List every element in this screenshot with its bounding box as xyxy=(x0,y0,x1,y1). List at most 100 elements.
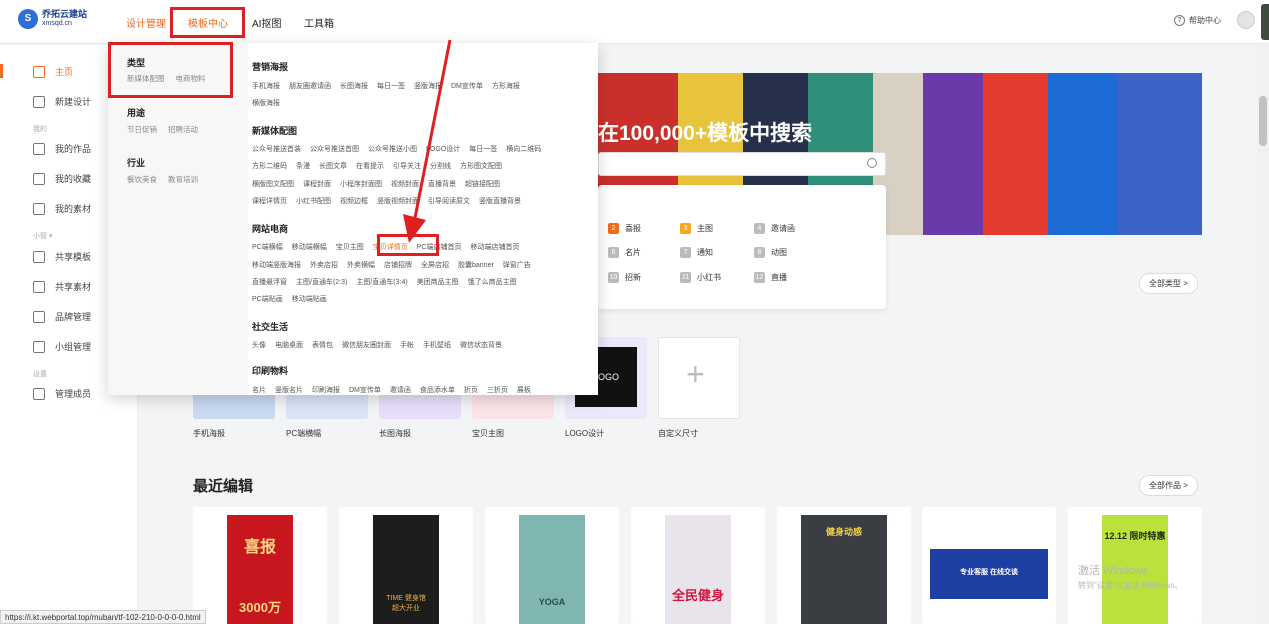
dropdown-link[interactable]: 小程序封面图 xyxy=(340,181,382,188)
dropdown-link[interactable]: 移动端横幅 xyxy=(292,244,327,251)
dropdown-link[interactable]: 方形二维码 xyxy=(252,163,287,170)
dropdown-link[interactable]: 折页 xyxy=(464,387,478,394)
nav-toolbox[interactable]: 工具箱 xyxy=(304,15,334,30)
sidebar-item-my-materials[interactable]: 我的素材 xyxy=(33,202,91,215)
template-card-custom-size[interactable]: + xyxy=(658,337,740,419)
dropdown-link[interactable]: 弹窗广告 xyxy=(503,262,531,269)
category-item[interactable]: 4 邀请函 xyxy=(754,223,795,234)
sidebar-item-new-design[interactable]: 新建设计 xyxy=(33,95,91,108)
dropdown-sub-item[interactable]: 招聘活动 xyxy=(168,125,198,134)
dropdown-link[interactable]: 全屏店招 xyxy=(421,262,449,269)
dropdown-link[interactable]: 外卖横幅 xyxy=(347,262,375,269)
nav-design-management[interactable]: 设计管理 xyxy=(126,15,166,30)
dropdown-link[interactable]: 食品添水单 xyxy=(420,387,455,394)
recent-work-card[interactable]: TIME 健身馆 超大开业 xyxy=(339,507,473,624)
recent-work-card[interactable]: YOGA xyxy=(485,507,619,624)
dropdown-link[interactable]: 方形海报 xyxy=(492,83,520,90)
category-item[interactable]: 2 喜报 xyxy=(608,223,641,234)
recent-work-card[interactable]: 健身动感 xyxy=(777,507,911,624)
search-icon[interactable] xyxy=(867,158,877,168)
dropdown-link[interactable]: 方形图文配图 xyxy=(460,163,502,170)
dropdown-link[interactable]: 宝贝主图 xyxy=(336,244,364,251)
category-item[interactable]: 6 名片 xyxy=(608,247,641,258)
dropdown-link[interactable]: 主图/直通车(2:3) xyxy=(296,279,347,286)
all-types-button[interactable]: 全部类型 > xyxy=(1139,273,1198,294)
dropdown-sub-item[interactable]: 节日促销 xyxy=(127,125,157,134)
dropdown-link[interactable]: 胶囊banner xyxy=(458,262,494,269)
sidebar-item-home[interactable]: 主页 xyxy=(33,65,73,78)
dropdown-link[interactable]: 美团商品主图 xyxy=(417,279,459,286)
dropdown-link[interactable]: 视频边框 xyxy=(340,198,368,205)
search-input[interactable] xyxy=(598,152,886,176)
dropdown-link[interactable]: 手机海报 xyxy=(252,83,280,90)
dropdown-link[interactable]: 店铺招牌 xyxy=(384,262,412,269)
dropdown-link[interactable]: 移动端贴画 xyxy=(292,296,327,303)
sidebar-item-shared-materials[interactable]: 共享素材 xyxy=(33,280,91,293)
dropdown-link[interactable]: 移动端店铺首页 xyxy=(470,244,519,251)
dropdown-link[interactable]: 竖版直播背景 xyxy=(479,198,521,205)
category-item[interactable]: 7 通知 xyxy=(680,247,713,258)
dropdown-link[interactable]: 移动端竖版海报 xyxy=(252,262,301,269)
dropdown-link[interactable]: 手帐 xyxy=(400,342,414,349)
dropdown-link[interactable]: 朋友圈邀请函 xyxy=(289,83,331,90)
recent-work-card[interactable]: 喜报 3000万 xyxy=(193,507,327,624)
dropdown-link[interactable]: 饿了么商品主图 xyxy=(468,279,517,286)
page-scrollbar[interactable] xyxy=(1257,44,1269,624)
sidebar-item-manage-members[interactable]: 管理成员 xyxy=(33,387,91,400)
category-item[interactable]: 8 动图 xyxy=(754,247,787,258)
dropdown-link[interactable]: 头像 xyxy=(252,342,266,349)
sidebar-item-team-management[interactable]: 小组管理 xyxy=(33,340,91,353)
dropdown-link[interactable]: 小红书配图 xyxy=(296,198,331,205)
dropdown-sub-item[interactable]: 餐饮美食 xyxy=(127,175,157,184)
category-item[interactable]: 10 招新 xyxy=(608,272,641,283)
avatar[interactable] xyxy=(1237,11,1255,29)
dropdown-link[interactable]: 主图/直通车(3:4) xyxy=(356,279,407,286)
dropdown-sub-item[interactable]: 教育培训 xyxy=(168,175,198,184)
dropdown-link[interactable]: 课程详情页 xyxy=(252,198,287,205)
dropdown-link[interactable]: 长图海报 xyxy=(340,83,368,90)
dropdown-link[interactable]: 直播悬浮窗 xyxy=(252,279,287,286)
dropdown-link[interactable]: 条漫 xyxy=(296,163,310,170)
dropdown-link[interactable]: 电脑桌面 xyxy=(275,342,303,349)
scrollbar-thumb[interactable] xyxy=(1259,96,1267,146)
dropdown-link[interactable]: 微信朋友圈封面 xyxy=(342,342,391,349)
all-works-button[interactable]: 全部作品 > xyxy=(1139,475,1198,496)
sidebar-item-my-works[interactable]: 我的作品 xyxy=(33,142,91,155)
dropdown-link[interactable]: 展板 xyxy=(517,387,531,394)
dropdown-link[interactable]: DM宣传单 xyxy=(349,387,381,394)
browser-extension-tab[interactable] xyxy=(1261,4,1269,40)
sidebar-item-shared-templates[interactable]: 共享模板 xyxy=(33,250,91,263)
dropdown-link[interactable]: 横版图文配图 xyxy=(252,181,294,188)
recent-work-card[interactable]: 专业客服 在线交谈 xyxy=(922,507,1056,624)
sidebar-group-team[interactable]: 小管 ▾ xyxy=(33,231,52,241)
dropdown-link[interactable]: 印刷海报 xyxy=(312,387,340,394)
dropdown-link[interactable]: 邀请函 xyxy=(390,387,411,394)
sidebar-item-brand-management[interactable]: 品牌管理 xyxy=(33,310,91,323)
dropdown-link[interactable]: 公众号推送首图 xyxy=(310,146,359,153)
dropdown-link[interactable]: 超链接配图 xyxy=(465,181,500,188)
dropdown-link[interactable]: 横向二维码 xyxy=(506,146,541,153)
dropdown-link[interactable]: PC端横幅 xyxy=(252,244,283,251)
dropdown-link[interactable]: 微信状态背景 xyxy=(460,342,502,349)
dropdown-link[interactable]: 公众号推送首装 xyxy=(252,146,301,153)
sidebar-item-my-favorites[interactable]: 我的收藏 xyxy=(33,172,91,185)
dropdown-link[interactable]: PC端贴画 xyxy=(252,296,283,303)
recent-work-card[interactable]: 全民健身 xyxy=(631,507,765,624)
dropdown-link[interactable]: 表情包 xyxy=(312,342,333,349)
category-item[interactable]: 3 主图 xyxy=(680,223,713,234)
dropdown-link[interactable]: 每日一签 xyxy=(469,146,497,153)
dropdown-link[interactable]: 名片 xyxy=(252,387,266,394)
help-center-link[interactable]: ? 帮助中心 xyxy=(1174,15,1221,26)
dropdown-link[interactable]: 横版海报 xyxy=(252,100,280,107)
brand-logo[interactable]: S 乔拓云建站 xmsqd.cn xyxy=(18,9,87,29)
category-item[interactable]: 12 直播 xyxy=(754,272,787,283)
dropdown-link[interactable]: 外卖店招 xyxy=(310,262,338,269)
dropdown-link[interactable]: 三折页 xyxy=(487,387,508,394)
dropdown-head-industry[interactable]: 行业 xyxy=(127,156,145,169)
category-item[interactable]: 11 小红书 xyxy=(680,272,721,283)
dropdown-link[interactable]: 在看提示 xyxy=(356,163,384,170)
dropdown-link[interactable]: 竖版名片 xyxy=(275,387,303,394)
dropdown-link[interactable]: 课程封面 xyxy=(303,181,331,188)
dropdown-head-purpose[interactable]: 用途 xyxy=(127,106,145,119)
dropdown-link[interactable]: 手机壁纸 xyxy=(423,342,451,349)
